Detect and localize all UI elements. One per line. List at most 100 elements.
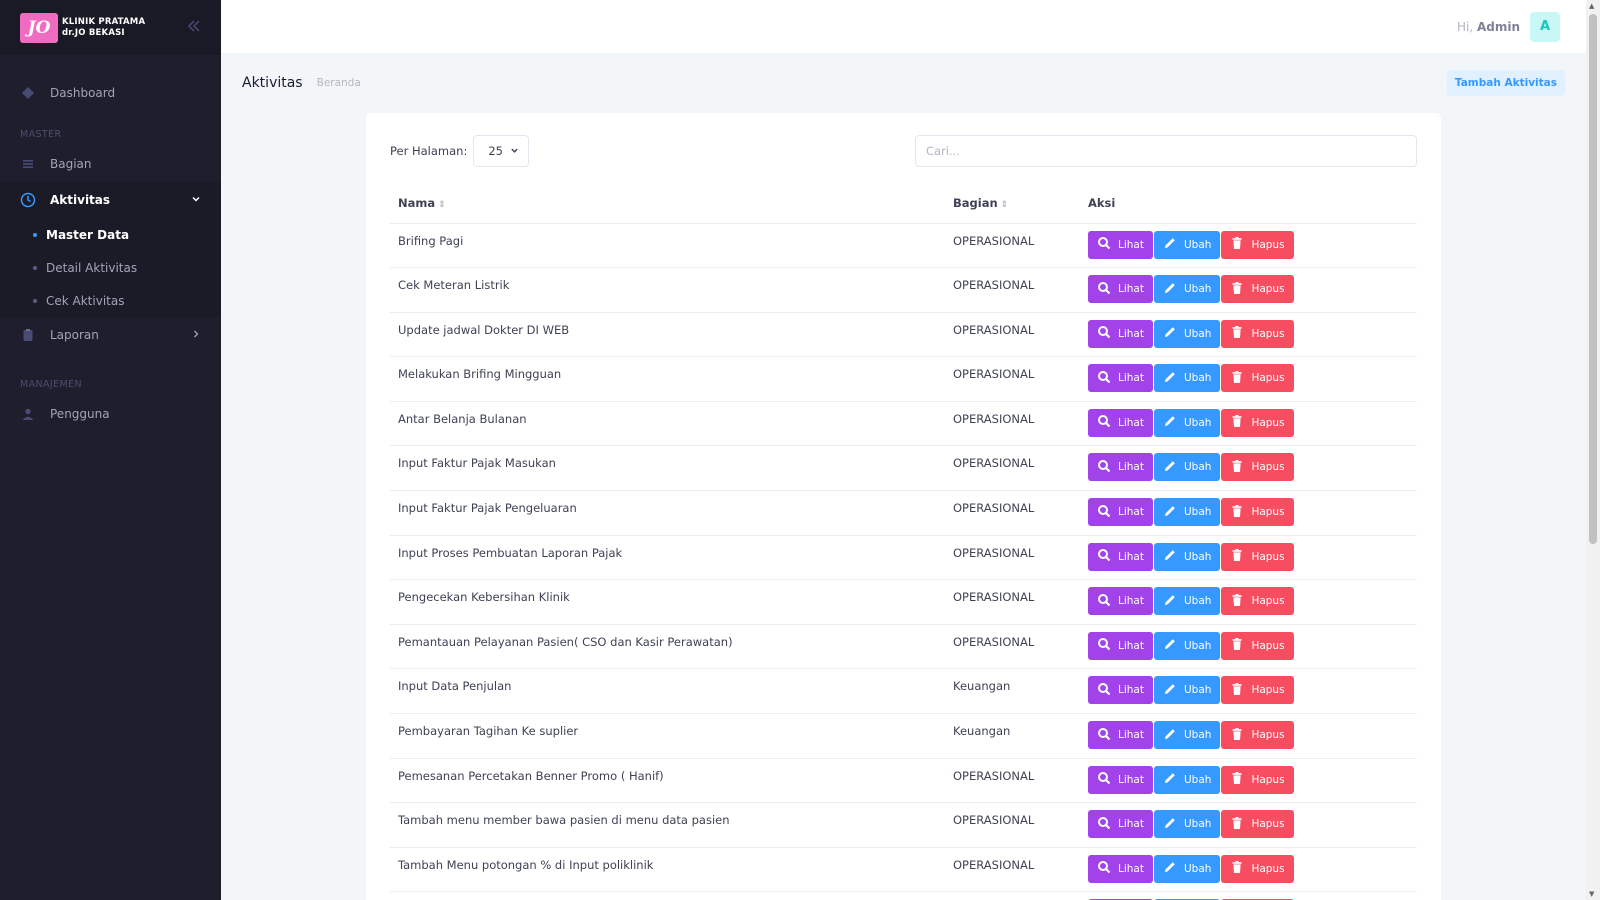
column-header-nama[interactable]: Nama ⇕ (390, 183, 945, 224)
edit-button[interactable]: Ubah (1153, 319, 1221, 348)
view-button[interactable]: Lihat (1088, 453, 1153, 482)
edit-button[interactable]: Ubah (1153, 810, 1221, 839)
view-button[interactable]: Lihat (1088, 810, 1153, 839)
edit-button[interactable]: Ubah (1153, 721, 1221, 750)
clipboard-icon (20, 327, 36, 343)
edit-button[interactable]: Ubah (1153, 587, 1221, 616)
cell-bagian: Keuangan (945, 713, 1080, 759)
edit-button[interactable]: Ubah (1153, 498, 1221, 527)
view-button[interactable]: Lihat (1088, 319, 1153, 348)
breadcrumb[interactable]: Beranda (317, 77, 361, 89)
delete-button[interactable]: Hapus (1221, 542, 1294, 571)
cell-nama: Antar Belanja Bulanan (390, 401, 945, 447)
delete-button[interactable]: Hapus (1221, 676, 1294, 705)
edit-button[interactable]: Ubah (1153, 364, 1221, 393)
delete-button-label: Hapus (1251, 506, 1285, 519)
edit-button-label: Ubah (1183, 862, 1212, 875)
pencil-icon (1163, 727, 1177, 744)
chevron-down-icon (191, 194, 201, 207)
per-page-value: 25 (488, 144, 503, 158)
delete-button[interactable]: Hapus (1221, 275, 1294, 304)
sidebar-item-laporan[interactable]: Laporan (0, 317, 221, 353)
per-page-select[interactable]: 25 (473, 135, 530, 167)
sidebar-subitem-cek-aktivitas[interactable]: Cek Aktivitas (0, 284, 221, 317)
delete-button[interactable]: Hapus (1221, 721, 1294, 750)
view-button[interactable]: Lihat (1088, 364, 1153, 393)
view-button[interactable]: Lihat (1088, 542, 1153, 571)
column-header-label: Aksi (1088, 195, 1116, 210)
sidebar-item-bagian[interactable]: Bagian (0, 146, 221, 182)
view-button[interactable]: Lihat (1088, 230, 1153, 259)
view-button-label: Lihat (1118, 818, 1144, 831)
logo[interactable]: JO KLINIK PRATAMA dr.JO BEKASI (20, 12, 145, 43)
view-button[interactable]: Lihat (1088, 631, 1153, 660)
avatar[interactable]: A (1530, 11, 1560, 42)
view-button[interactable]: Lihat (1088, 498, 1153, 527)
scroll-down-icon[interactable]: ▼ (1589, 890, 1594, 898)
page-scrollbar[interactable]: ▲ ▼ (1586, 0, 1600, 900)
view-button[interactable]: Lihat (1088, 676, 1153, 705)
delete-button[interactable]: Hapus (1221, 810, 1294, 839)
add-activity-button[interactable]: Tambah Aktivitas (1446, 70, 1565, 96)
edit-button[interactable]: Ubah (1153, 408, 1221, 437)
cell-aksi: Lihat Ubah Hapus (1080, 356, 1417, 402)
sidebar-item-aktivitas[interactable]: Aktivitas (0, 182, 221, 218)
scroll-up-icon[interactable]: ▲ (1589, 2, 1594, 10)
edit-button[interactable]: Ubah (1153, 765, 1221, 794)
view-button[interactable]: Lihat (1088, 765, 1153, 794)
delete-button[interactable]: Hapus (1221, 364, 1294, 393)
cell-nama: Input Data Penjulan (390, 668, 945, 715)
delete-button[interactable]: Hapus (1221, 854, 1294, 883)
pencil-icon (1163, 682, 1177, 699)
sidebar-item-pengguna[interactable]: Pengguna (0, 396, 221, 432)
view-button-label: Lihat (1118, 684, 1144, 697)
cell-bagian: Keuangan (945, 668, 1080, 715)
trash-icon (1230, 593, 1244, 610)
edit-button[interactable]: Ubah (1153, 230, 1221, 259)
delete-button[interactable]: Hapus (1221, 453, 1294, 482)
sidebar-item-dashboard[interactable]: Dashboard (0, 75, 221, 111)
delete-button[interactable]: Hapus (1221, 230, 1294, 259)
edit-button[interactable]: Ubah (1153, 453, 1221, 482)
delete-button[interactable]: Hapus (1221, 631, 1294, 660)
delete-button-label: Hapus (1251, 818, 1285, 831)
scrollbar-thumb[interactable] (1589, 14, 1597, 544)
edit-button[interactable]: Ubah (1153, 676, 1221, 705)
user-greeting[interactable]: Hi, Admin (1457, 20, 1520, 34)
edit-button-label: Ubah (1183, 416, 1212, 429)
edit-button[interactable]: Ubah (1153, 275, 1221, 304)
delete-button[interactable]: Hapus (1221, 765, 1294, 794)
trash-icon (1230, 459, 1244, 476)
view-button[interactable]: Lihat (1088, 408, 1153, 437)
delete-button[interactable]: Hapus (1221, 319, 1294, 348)
cell-nama: Pemesanan Percetakan Benner Promo ( Hani… (390, 758, 945, 804)
aktivitas-submenu: Master Data Detail Aktivitas Cek Aktivit… (0, 218, 221, 317)
edit-button[interactable]: Ubah (1153, 854, 1221, 883)
delete-button-label: Hapus (1251, 283, 1285, 296)
column-header-aksi: Aksi (1080, 183, 1417, 224)
search-icon (1097, 504, 1111, 521)
view-button[interactable]: Lihat (1088, 275, 1153, 304)
edit-button[interactable]: Ubah (1153, 631, 1221, 660)
sidebar-subitem-label: Detail Aktivitas (46, 260, 138, 275)
edit-button-label: Ubah (1183, 773, 1212, 786)
delete-button[interactable]: Hapus (1221, 587, 1294, 616)
edit-button[interactable]: Ubah (1153, 542, 1221, 571)
sidebar-item-label: Aktivitas (50, 193, 111, 207)
delete-button-label: Hapus (1251, 773, 1285, 786)
sidebar-subitem-master-data[interactable]: Master Data (0, 218, 221, 251)
delete-button[interactable]: Hapus (1221, 498, 1294, 527)
table-row: Cek Meteran Listrik OPERASIONAL Lihat Ubah H… (390, 267, 1417, 313)
view-button[interactable]: Lihat (1088, 587, 1153, 616)
collapse-sidebar-icon[interactable] (187, 18, 201, 37)
search-icon (1097, 459, 1111, 476)
cell-nama: Cek Meteran Listrik (390, 267, 945, 313)
search-input[interactable] (915, 135, 1417, 167)
sidebar-subitem-detail-aktivitas[interactable]: Detail Aktivitas (0, 251, 221, 284)
delete-button[interactable]: Hapus (1221, 408, 1294, 437)
view-button[interactable]: Lihat (1088, 854, 1153, 883)
table-row: Pemantauan Pelayanan Pasien( CSO dan Kas… (390, 624, 1417, 670)
column-header-bagian[interactable]: Bagian ⇕ (945, 183, 1080, 224)
view-button[interactable]: Lihat (1088, 721, 1153, 750)
cell-aksi: Lihat Ubah Hapus (1080, 579, 1417, 625)
